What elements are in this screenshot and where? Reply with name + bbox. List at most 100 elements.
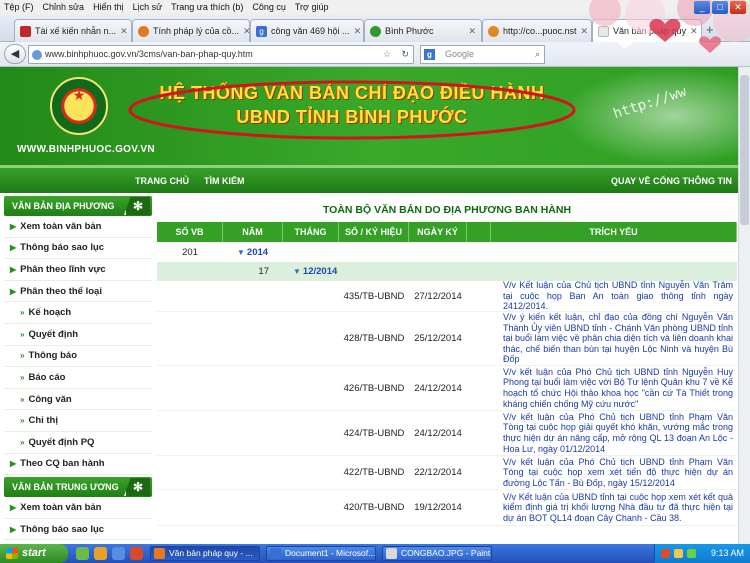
task-label: Document1 - Microsof... [285,548,376,558]
doc-number[interactable]: 422/TB-UBND [339,467,409,478]
doc-number[interactable]: 435/TB-UBND [339,291,409,302]
quick-launch-icon[interactable] [112,547,125,560]
menu-view[interactable]: Hiển thị [93,2,124,12]
sidebar-item[interactable]: ▶ Thông báo sao lục [4,519,152,541]
table-row[interactable]: 426/TB-UBND 24/12/2014 V/v kết luận của … [157,366,737,411]
sidebar-subitem[interactable]: » Chỉ thị [4,410,152,432]
doc-summary-link[interactable]: V/v Kết luận của UBND tỉnh tại cuộc họp … [491,491,737,525]
nav-search-link[interactable]: TÌM KIẾM [204,176,245,186]
sidebar-item[interactable]: ▶ Theo CQ ban hành [4,454,152,476]
tray-icon[interactable] [687,549,696,558]
tab-close-icon[interactable]: ✕ [239,26,249,37]
sidebar-item[interactable]: ▶ Phân theo lĩnh vực [4,259,152,281]
table-row[interactable]: 422/TB-UBND 22/12/2014 V/v kết luận của … [157,456,737,490]
vertical-scrollbar[interactable] [738,67,750,544]
tab-favicon-icon [138,25,149,37]
tab-3[interactable]: Bình Phước ✕ [364,19,482,42]
close-button[interactable]: ✕ [730,1,746,14]
tab-favicon-icon [370,25,381,37]
menu-history[interactable]: Lịch sử [133,2,163,12]
tab-0[interactable]: Tài xế kiến nhẫn n... ✕ [14,19,132,42]
gear-icon[interactable]: ✻ [124,478,150,497]
tab-close-icon[interactable]: ✕ [116,26,128,37]
collapse-triangle-icon[interactable]: ▼ [237,248,245,257]
province-logo-icon[interactable]: ★ [50,77,108,135]
col-header: SỐ / KÝ HIỆU [339,222,409,242]
menu-tools[interactable]: Công cụ [252,2,286,12]
menu-edit[interactable]: Chỉnh sửa [43,2,85,12]
search-input[interactable]: g Google ⌕ [420,45,545,64]
back-button[interactable]: ◀ [4,44,26,64]
tab-4[interactable]: http://co...puoc.nst ✕ [482,19,592,42]
minimize-button[interactable]: _ [694,1,710,14]
sidebar-subitem[interactable]: » Công văn [4,389,152,411]
doc-summary-link[interactable]: V/v kết luận của Phó Chủ tịch UBND tỉnh … [491,366,737,410]
clock[interactable]: 9:13 AM [711,548,744,558]
tab-active[interactable]: Văn bản pháp quy ✕ [592,19,702,42]
taskbar-item-firefox[interactable]: Văn bản pháp quy - ... [150,546,260,561]
sidebar-item[interactable]: ▶ Xem toàn văn bản [4,497,152,519]
taskbar-item-word[interactable]: Document1 - Microsof... [266,546,376,561]
month-count: 17 [258,266,269,277]
new-tab-button[interactable]: + [706,22,714,37]
year-label[interactable]: 2014 [247,247,268,258]
maximize-button[interactable]: □ [712,1,728,14]
sidebar-item[interactable]: ▶ Phân theo thể loại [4,281,152,303]
sidebar-item-label: Thông báo sao lục [20,242,105,254]
tray-icon[interactable] [661,549,670,558]
nav-home-link[interactable]: TRANG CHỦ [135,176,189,186]
bookmark-star-icon[interactable]: ☆ [383,46,391,63]
doc-number[interactable]: 428/TB-UBND [339,333,409,344]
sidebar-subitem[interactable]: » Thông báo [4,346,152,368]
table-row[interactable]: 424/TB-UBND 24/12/2014 V/v kết luận của … [157,411,737,456]
table-row[interactable]: 420/TB-UBND 19/12/2014 V/v Kết luận của … [157,490,737,526]
sidebar-section-local: VĂN BẢN ĐỊA PHƯƠNG ✻ [4,196,152,216]
tab-2[interactable]: g công văn 469 hội ... ✕ [250,19,364,42]
doc-summary-link[interactable]: V/v ý kiến kết luận, chỉ đạo của đồng ch… [491,311,737,366]
menu-file[interactable]: Tệp (F) [4,2,34,12]
sidebar-subitem[interactable]: » Quyết định [4,324,152,346]
sidebar-section-title: VĂN BẢN ĐỊA PHƯƠNG [12,201,115,211]
tab-close-icon[interactable]: ✕ [464,26,476,37]
sidebar-subitem[interactable]: » Báo cáo [4,367,152,389]
sidebar-item[interactable]: ▶ Xem toàn văn bản [4,216,152,238]
sidebar-subitem[interactable]: » Kế hoạch [4,302,152,324]
menu-help[interactable]: Trợ giúp [295,2,329,12]
doc-number[interactable]: 424/TB-UBND [339,428,409,439]
tab-label: Văn bản pháp quy [613,26,687,36]
tab-close-icon[interactable]: ✕ [686,26,698,37]
start-button[interactable]: start [0,544,68,563]
menu-bookmarks[interactable]: Trang ưa thích (b) [171,2,243,12]
month-label[interactable]: 12/2014 [303,266,337,277]
quick-launch-icon[interactable] [76,547,89,560]
nav-portal-link[interactable]: QUAY VỀ CỔNG THÔNG TIN [611,176,732,186]
search-icon[interactable]: ⌕ [535,46,540,63]
table-row[interactable]: 428/TB-UBND 25/12/2014 V/v ý kiến kết lu… [157,312,737,366]
address-url: www.binhphuoc.gov.vn/3cms/van-ban-phap-q… [45,49,253,59]
doc-summary-link[interactable]: V/v Kết luận của Chủ tịch UBND tỉnh Nguy… [491,279,737,313]
sidebar-item[interactable]: ▶ Thông báo sao lục [4,238,152,260]
doc-summary-link[interactable]: V/v kết luận của Phó Chủ tịch UBND tỉnh … [491,411,737,455]
double-arrow-icon: » [20,394,25,404]
tab-close-icon[interactable]: ✕ [350,26,362,37]
quick-launch-icon[interactable] [94,547,107,560]
reload-icon[interactable]: ↻ [401,46,409,63]
gear-icon[interactable]: ✻ [124,197,150,215]
tab-close-icon[interactable]: ✕ [577,26,589,37]
address-bar[interactable]: www.binhphuoc.gov.vn/3cms/van-ban-phap-q… [28,45,414,64]
year-group-row[interactable]: 201 ▼ 2014 [157,242,737,262]
tray-icon[interactable] [674,549,683,558]
doc-summary-link[interactable]: V/v kết luận của Phó Chủ tịch UBND tỉnh … [491,456,737,490]
doc-number[interactable]: 420/TB-UBND [339,502,409,513]
taskbar-item-paint[interactable]: CONGBAO.JPG - Paint [382,546,492,561]
sidebar-subitem[interactable]: » Quyết định PQ [4,432,152,454]
collapse-triangle-icon[interactable]: ▼ [293,267,301,276]
sidebar-item-label: Báo cáo [28,371,66,383]
table-row[interactable]: 435/TB-UBND 27/12/2014 V/v Kết luận của … [157,279,737,313]
sidebar-item-label: Quyết định [28,328,79,340]
quick-launch-icon[interactable] [130,547,143,560]
tab-1[interactable]: Tính pháp lý của cồ... ✕ [132,19,250,42]
scrollbar-thumb[interactable] [740,75,749,225]
tab-label: Tính pháp lý của cồ... [153,26,240,36]
doc-number[interactable]: 426/TB-UBND [339,383,409,394]
